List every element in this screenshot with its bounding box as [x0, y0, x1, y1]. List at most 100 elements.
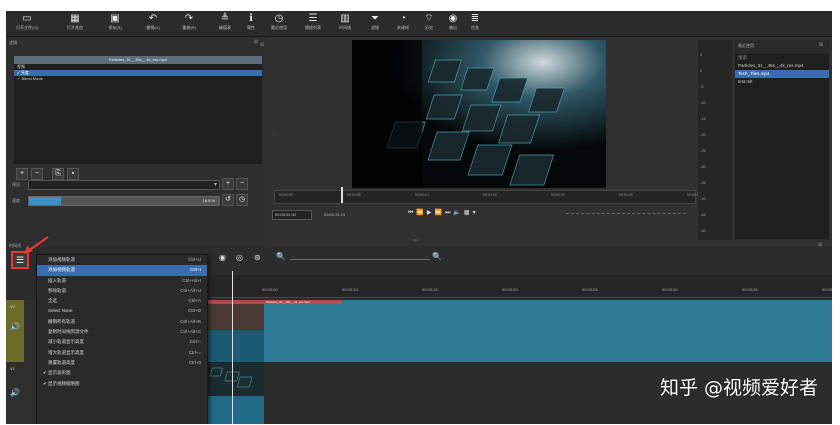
menu-item-label: 复制时间线到源文件: [48, 329, 89, 335]
reset-icon[interactable]: ↺: [222, 194, 234, 206]
menu-item-shortcut: Ctrl+-: [189, 339, 201, 345]
menu-item-shortcut: Ctrl+0: [188, 359, 201, 365]
undo-icon: ↶: [148, 13, 158, 24]
clip[interactable]: [206, 300, 264, 330]
clip-thumbnail[interactable]: [206, 362, 264, 424]
player-scrubber[interactable]: 00:00:00 00:00:05 00:00:10 00:00:15 00:00:20…: [274, 187, 701, 204]
transport-controls: ⏮⏪▶⏩⏭🔈▦▾: [408, 209, 479, 217]
toolbar-button[interactable]: ☰ 播放列表: [296, 13, 330, 35]
menu-item[interactable]: 插入轨道 Ctrl+Alt+I: [37, 276, 207, 286]
menu-item[interactable]: ✔显示波形图: [37, 368, 207, 378]
menu-item[interactable]: 复制时间线到源文件 Ctrl+Alt+C: [37, 327, 207, 337]
panel-close-icon[interactable]: ⊠: [254, 39, 258, 45]
toolbar-button-label: 最近使用: [271, 25, 287, 30]
toolbar-button[interactable]: ▣ 保存(S): [98, 13, 132, 35]
snap-icon[interactable]: ⊛: [254, 253, 261, 262]
meter-scale-label: -35: [700, 180, 706, 185]
ripple-icon[interactable]: ◉: [219, 253, 226, 262]
rewind-icon[interactable]: ⏪: [416, 210, 426, 216]
recent-search[interactable]: 搜索: [735, 54, 829, 62]
zoom-in-icon[interactable]: 🔍: [432, 252, 442, 261]
app-window: ▭ 打开文件(O) ▦ 打开其他 ▣ 保存(S) ↶ 撤销(U) ↷ 重做(R) ≜ 峰值表 ℹ 属性 ◷ 最…: [6, 11, 832, 424]
copy-filter-button[interactable]: ⎘: [52, 168, 64, 180]
menu-item[interactable]: 添加视频轨道 Ctrl+I: [37, 265, 207, 276]
timeline-close-icon[interactable]: ⊠: [818, 242, 822, 248]
clip-header: [206, 300, 264, 304]
track-name: V1: [10, 366, 15, 371]
recent-item[interactable]: Tech_Tiles.mp4: [735, 70, 829, 78]
keyframe-toggle-icon[interactable]: ◷: [236, 194, 248, 206]
menu-item[interactable]: 添加视频轨道 Ctrl+U: [37, 255, 207, 265]
timeline-tick: 00:00:40: [822, 287, 832, 292]
zoom-icon[interactable]: ▾: [473, 210, 479, 216]
meter-scale-label: -30: [700, 164, 706, 169]
video-preview[interactable]: [352, 40, 606, 188]
fast-forward-icon[interactable]: ⏩: [435, 210, 445, 216]
recent-close-icon[interactable]: ⊠: [819, 42, 823, 48]
resize-handle[interactable]: ⋮: [272, 131, 277, 137]
recent-item[interactable]: Particles_31__45s__4k_res.mp4: [735, 62, 829, 70]
timeline-ruler[interactable]: 00:00:00 00:00:10 00:00:15 00:00:20 00:00:25…: [212, 275, 832, 298]
timeline-icon: ▥: [340, 13, 350, 24]
menu-item[interactable]: 全选 Ctrl+A: [37, 296, 207, 306]
menu-item[interactable]: 增大轨道显示高度 Ctrl+=: [37, 348, 207, 358]
timeline-tick: 00:00:25: [582, 287, 598, 292]
menu-item-shortcut: Ctrl+Alt+R: [180, 318, 201, 324]
toolbar-button[interactable]: ↶ 撤销(U): [136, 13, 170, 35]
menu-item[interactable]: Select None Ctrl+D: [37, 306, 207, 316]
recent-item[interactable]: test.mlt: [735, 78, 829, 86]
track-v2-marker: [6, 300, 24, 362]
preset-select[interactable]: ▾: [28, 180, 220, 190]
speed-slider[interactable]: 16.8 %: [28, 196, 220, 206]
in-out-ruler[interactable]: [566, 213, 686, 215]
track-v2[interactable]: Particles_31__45s__4k_res.mp4: [206, 300, 832, 362]
menu-item[interactable]: 减小轨道显示高度 Ctrl+-: [37, 337, 207, 347]
meter-scale-label: -10: [700, 100, 706, 105]
filter-clip-name: Particles_31__45s__4k_res.mp4: [14, 56, 262, 64]
toolbar-button[interactable]: ▭ 打开文件(O): [10, 13, 44, 35]
meter-scale-label: -40: [700, 196, 706, 201]
timeline-tick: 00:00:15: [422, 287, 438, 292]
add-filter-button[interactable]: +: [16, 168, 28, 180]
paste-filter-button[interactable]: ▪: [67, 168, 79, 180]
menu-item[interactable]: 重置轨道高度 Ctrl+0: [37, 358, 207, 368]
speed-slider-fill: [29, 197, 61, 205]
meter-scale-label: 3: [700, 52, 703, 57]
filters-title: 滤镜: [9, 40, 17, 45]
meter-scale-label: -15: [700, 116, 706, 121]
meter-scale-label: -5: [700, 84, 704, 89]
player-close-icon[interactable]: ⊠: [260, 42, 264, 48]
audio-icon[interactable]: 🔊: [10, 322, 20, 331]
timeline-tick: 00:00:20: [502, 287, 518, 292]
recent-icon: ◷: [274, 13, 284, 24]
scrubber-handle[interactable]: [341, 187, 343, 203]
menu-item[interactable]: 移除轨道 Ctrl+Alt+U: [37, 286, 207, 296]
zoom-slider[interactable]: [290, 259, 430, 260]
scrub-icon[interactable]: ◎: [236, 253, 243, 262]
volume-icon[interactable]: 🔈: [453, 210, 463, 216]
toolbar-button[interactable]: ◷ 最近使用: [262, 13, 296, 35]
meter-scale-label: -45: [700, 212, 706, 217]
menu-item[interactable]: ✔显示视频缩略图: [37, 379, 207, 389]
menu-item-shortcut: Ctrl+D: [188, 308, 201, 314]
filter-item[interactable]: ✓ Blend Mode: [14, 76, 262, 82]
menu-item-label: 撤销所有轨道: [48, 318, 75, 324]
remove-filter-button[interactable]: −: [31, 168, 43, 180]
timeline-playhead[interactable]: [232, 271, 233, 424]
save-preset-button[interactable]: +: [222, 178, 234, 190]
grid-icon[interactable]: ▦: [464, 210, 473, 216]
toolbar-button[interactable]: ▦ 打开其他: [58, 13, 92, 35]
drag-handle[interactable]: ═: [414, 238, 418, 244]
clip-main[interactable]: Particles_31__45s__4k_res.mp4: [264, 300, 832, 362]
menu-item[interactable]: 撤销所有轨道 Ctrl+Alt+R: [37, 317, 207, 327]
filter-list[interactable]: Particles_31__45s__4k_res.mp4 视频 ✓ 亮度 ✓ …: [14, 56, 262, 164]
toolbar-button[interactable]: ≣ 任务: [458, 13, 492, 35]
delete-preset-button[interactable]: −: [236, 178, 248, 190]
timecode-field[interactable]: 00:00:01:02: [272, 210, 312, 220]
timeline-tick: 00:00:10: [342, 287, 358, 292]
toolbar-button[interactable]: ▥ 时间线: [328, 13, 362, 35]
play-icon[interactable]: ▶: [427, 210, 435, 216]
audio-icon[interactable]: 🔊: [10, 388, 20, 397]
toolbar-button[interactable]: ↷ 重做(R): [172, 13, 206, 35]
zoom-out-icon[interactable]: 🔍: [276, 252, 286, 261]
